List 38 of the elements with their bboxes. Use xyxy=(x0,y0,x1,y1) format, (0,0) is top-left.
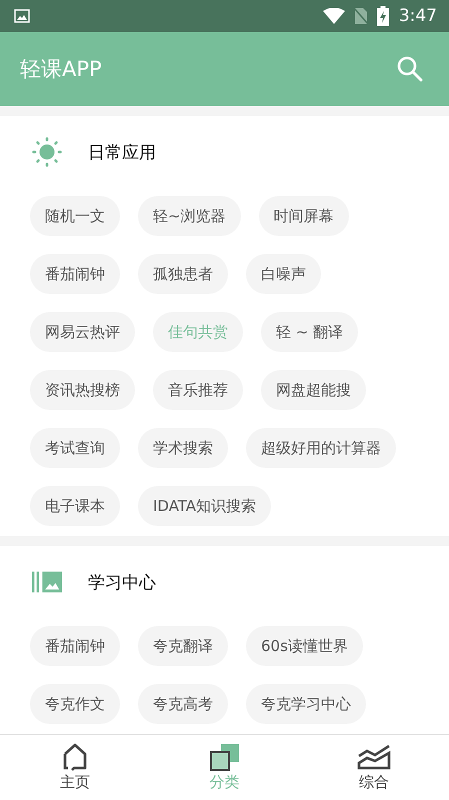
tag-chip[interactable]: 电子课本 xyxy=(30,486,120,526)
house-icon xyxy=(60,743,89,771)
section-title: 学习中心 xyxy=(88,572,156,594)
tag-chip[interactable]: 时间屏幕 xyxy=(258,196,349,236)
status-time: 3:47 xyxy=(398,6,437,26)
tag-chip[interactable]: 音乐推荐 xyxy=(153,370,243,410)
tag-chip[interactable]: 孤独患者 xyxy=(138,254,228,294)
nav-tab[interactable]: 综合 xyxy=(299,735,449,800)
tag-chip[interactable]: 超级好用的计算器 xyxy=(246,428,396,468)
section-title: 日常应用 xyxy=(88,142,156,164)
tag-chip[interactable]: 夸克作文 xyxy=(30,684,120,724)
tag-chip[interactable]: 白噪声 xyxy=(246,254,321,294)
tag-chip[interactable]: 60s读懂世界 xyxy=(246,626,363,666)
sun-icon xyxy=(32,137,62,167)
tag-chip[interactable]: 资讯热搜榜 xyxy=(30,370,135,410)
nav-tab[interactable]: 主页 xyxy=(0,735,150,800)
image-icon xyxy=(14,9,30,23)
tag-chip[interactable]: 夸克高考 xyxy=(138,684,228,724)
search-icon[interactable] xyxy=(397,56,423,82)
tag-chip[interactable]: 夸克翻译 xyxy=(138,626,228,666)
tag-chip[interactable]: 考试查询 xyxy=(30,428,120,468)
tag-chip[interactable]: 网易云热评 xyxy=(30,312,135,352)
tag-chip[interactable]: IDATA知识搜索 xyxy=(138,486,272,526)
app-title: 轻课APP xyxy=(20,56,102,83)
chart-icon xyxy=(357,743,392,771)
wifi-icon xyxy=(322,8,345,24)
tag-chip[interactable]: 轻~浏览器 xyxy=(138,196,241,236)
gallery-icon xyxy=(32,571,62,593)
tag-chip[interactable]: 夸克学习中心 xyxy=(246,684,366,724)
tag-chip[interactable]: 学术搜索 xyxy=(138,428,228,468)
tag-chip[interactable]: 番茄闹钟 xyxy=(30,254,120,294)
battery-icon xyxy=(376,6,389,26)
tag-chip[interactable]: 番茄闹钟 xyxy=(30,626,120,666)
tag-chip[interactable]: 随机一文 xyxy=(30,196,120,236)
tag-chip[interactable]: 轻 ~ 翻译 xyxy=(261,312,358,352)
no-sim-icon xyxy=(352,7,369,25)
squares-icon xyxy=(208,743,240,771)
tag-chip[interactable]: 网盘超能搜 xyxy=(261,370,366,410)
